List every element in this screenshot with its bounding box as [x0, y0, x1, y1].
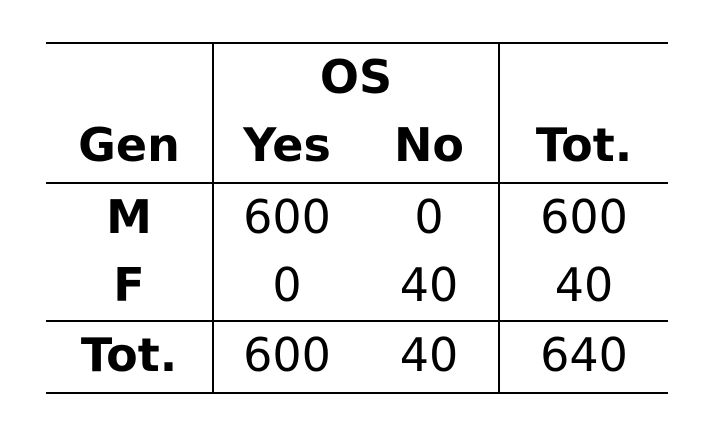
contingency-table: OS Gen Yes No Tot. M 600 0 600 F 0 40 40…: [46, 42, 668, 394]
cell-m-total: 600: [540, 190, 628, 244]
cell-grand-total: 640: [540, 328, 628, 382]
cell-f-yes: 0: [272, 258, 302, 312]
row-label-f: F: [113, 258, 145, 312]
cell-f-no: 40: [399, 258, 459, 312]
header-rule: [46, 182, 668, 184]
cell-total-yes: 600: [243, 328, 331, 382]
yes-header: Yes: [243, 118, 331, 172]
bottom-rule: [46, 392, 668, 394]
top-rule: [46, 42, 668, 44]
cell-m-yes: 600: [243, 190, 331, 244]
gender-header: Gen: [78, 118, 180, 172]
cell-total-no: 40: [399, 328, 459, 382]
os-group-header: OS: [319, 50, 393, 104]
row-label-m: M: [106, 190, 152, 244]
totals-rule: [46, 320, 668, 322]
no-header: No: [393, 118, 465, 172]
cell-f-total: 40: [554, 258, 614, 312]
row-label-total: Tot.: [80, 328, 178, 382]
cell-m-no: 0: [414, 190, 444, 244]
total-header: Tot.: [535, 118, 633, 172]
